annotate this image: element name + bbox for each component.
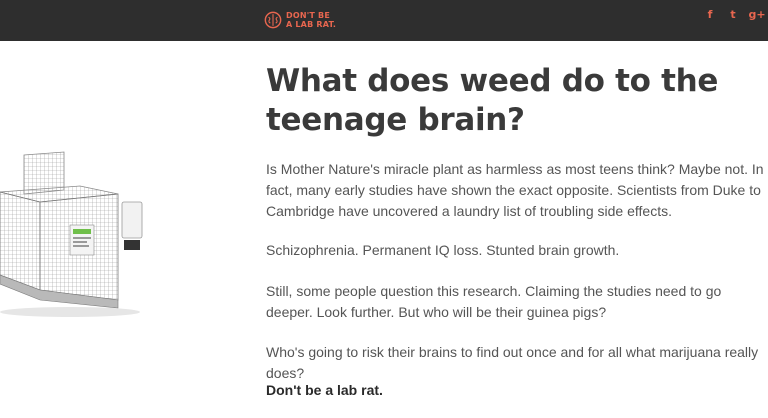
facebook-icon[interactable]: f — [703, 7, 717, 21]
logo-wordmark: DON'T BE A LAB RAT. — [286, 11, 336, 29]
site-logo[interactable]: DON'T BE A LAB RAT. — [264, 7, 336, 33]
article-paragraph-3: Still, some people question this researc… — [266, 283, 722, 320]
logo-line-1: DON'T BE — [286, 11, 330, 20]
lab-cage-illustration — [0, 151, 143, 317]
article-paragraph-1: Is Mother Nature's miracle plant as harm… — [266, 161, 764, 219]
twitter-icon[interactable]: t — [726, 7, 740, 21]
article-paragraph-4: Who's going to risk their brains to find… — [266, 344, 759, 381]
article-tagline: Don't be a lab rat. — [266, 382, 383, 398]
top-navigation-bar: DON'T BE A LAB RAT. f t g+ — [0, 0, 768, 41]
googleplus-icon[interactable]: g+ — [748, 7, 765, 21]
article-paragraph-2: Schizophrenia. Permanent IQ loss. Stunte… — [266, 242, 620, 258]
logo-line-2: A LAB RAT. — [286, 20, 337, 29]
brain-icon — [264, 11, 282, 29]
article-title: What does weed do to the teenage brain? — [266, 63, 719, 138]
